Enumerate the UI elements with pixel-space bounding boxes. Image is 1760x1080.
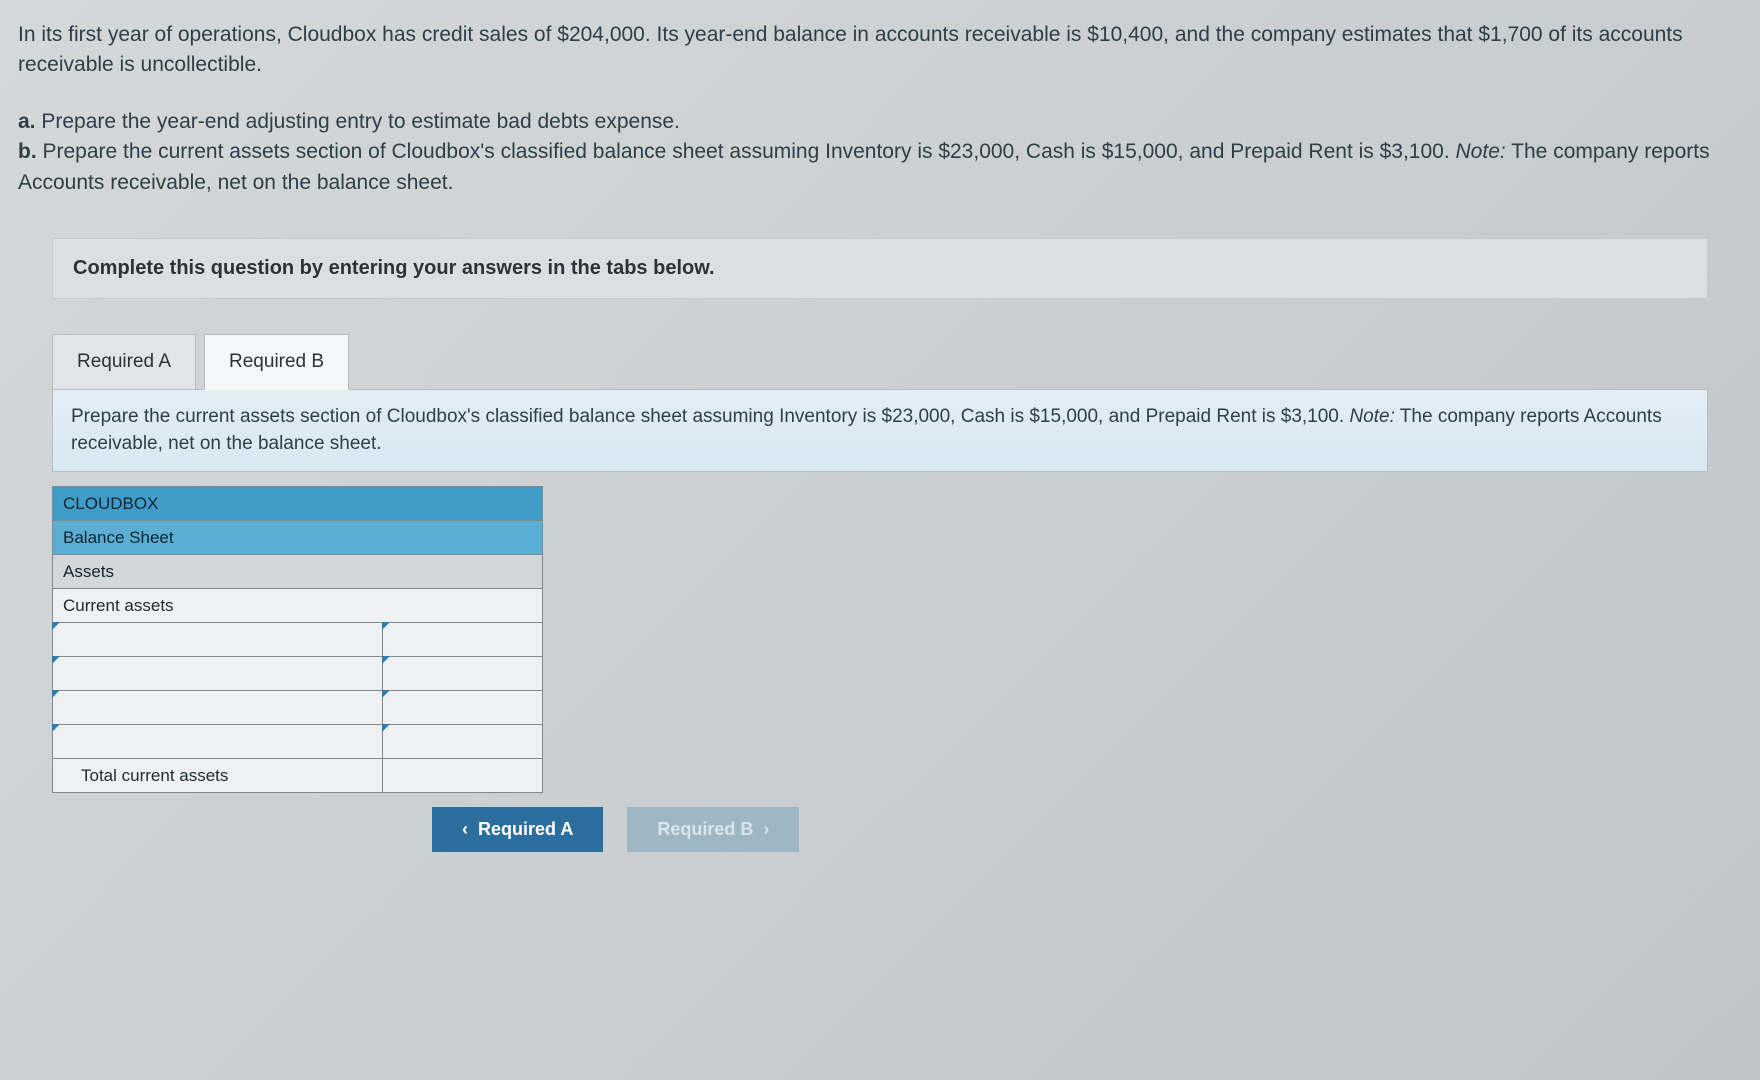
prev-button-label: Required A <box>478 819 573 840</box>
asset-label-input-4[interactable] <box>53 725 383 759</box>
next-required-b-button: Required B › <box>627 807 799 852</box>
sheet-title: Balance Sheet <box>53 521 543 555</box>
requirements-list: a. Prepare the year-end adjusting entry … <box>18 107 1742 198</box>
tab-required-b[interactable]: Required B <box>204 334 349 390</box>
sheet-company: CLOUDBOX <box>53 487 543 521</box>
asset-label-input-3[interactable] <box>53 691 383 725</box>
balance-sheet-table: CLOUDBOX Balance Sheet Assets Current as… <box>52 486 543 793</box>
instruction-bar: Complete this question by entering your … <box>52 238 1708 299</box>
req-b-text-1: Prepare the current assets section of Cl… <box>37 140 1456 163</box>
table-row <box>53 725 543 759</box>
asset-label-input-1[interactable] <box>53 623 383 657</box>
table-row <box>53 691 543 725</box>
tab-required-a[interactable]: Required A <box>52 334 196 390</box>
answer-area: Complete this question by entering your … <box>18 238 1742 852</box>
tab-strip: Required A Required B <box>52 333 1708 389</box>
next-button-label: Required B <box>657 819 753 840</box>
sheet-subhead: Current assets <box>53 589 543 623</box>
panel-note-label: Note: <box>1349 406 1394 427</box>
prev-required-a-button[interactable]: ‹ Required A <box>432 807 603 852</box>
asset-amount-input-1[interactable] <box>383 623 543 657</box>
panel-text-1: Prepare the current assets section of Cl… <box>71 406 1349 427</box>
total-current-assets-label: Total current assets <box>53 759 383 793</box>
req-a-label: a. <box>18 110 36 133</box>
tab-panel-required-b: Prepare the current assets section of Cl… <box>52 389 1708 472</box>
chevron-right-icon: › <box>763 819 769 840</box>
asset-label-input-2[interactable] <box>53 657 383 691</box>
total-current-assets-amount[interactable] <box>383 759 543 793</box>
table-row-total: Total current assets <box>53 759 543 793</box>
asset-amount-input-4[interactable] <box>383 725 543 759</box>
asset-amount-input-3[interactable] <box>383 691 543 725</box>
table-row <box>53 623 543 657</box>
req-b-label: b. <box>18 140 37 163</box>
table-row <box>53 657 543 691</box>
req-b-note-label: Note: <box>1456 140 1506 163</box>
req-a-text: Prepare the year-end adjusting entry to … <box>36 110 680 133</box>
question-intro: In its first year of operations, Cloudbo… <box>18 20 1742 81</box>
sheet-section: Assets <box>53 555 543 589</box>
balance-sheet-container: CLOUDBOX Balance Sheet Assets Current as… <box>52 486 1708 793</box>
nav-buttons: ‹ Required A Required B › <box>432 807 1708 852</box>
asset-amount-input-2[interactable] <box>383 657 543 691</box>
chevron-left-icon: ‹ <box>462 819 468 840</box>
